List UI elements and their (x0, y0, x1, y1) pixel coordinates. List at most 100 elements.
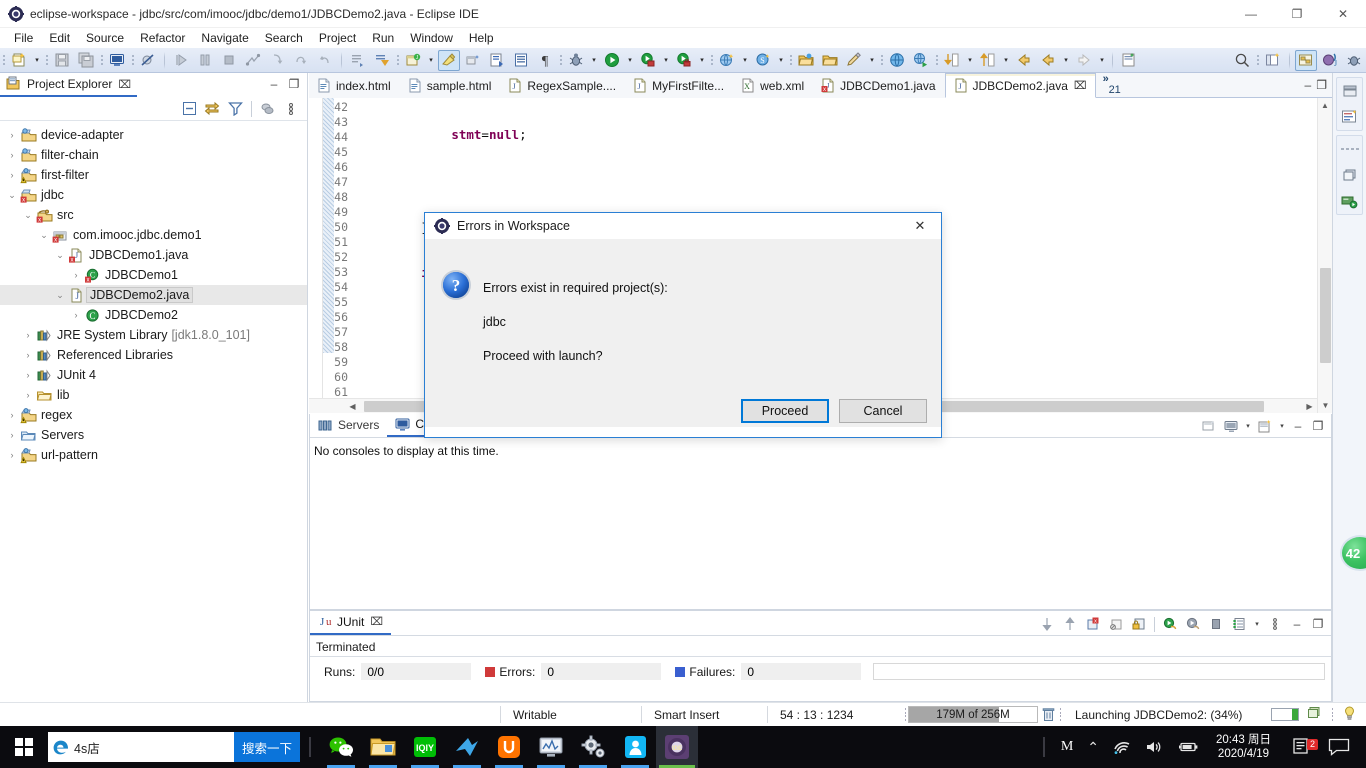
next-failure-icon[interactable] (1037, 614, 1057, 634)
close-icon[interactable]: ⌧ (370, 615, 383, 628)
uc-browser-icon[interactable] (488, 726, 530, 768)
previous-annotation-icon[interactable] (371, 50, 393, 71)
scm-arrow[interactable]: ▾ (775, 50, 787, 71)
view-menu-icon[interactable] (281, 99, 301, 119)
step-return-icon[interactable] (314, 50, 336, 71)
task-manager-icon[interactable] (530, 726, 572, 768)
suspend-icon[interactable] (194, 50, 216, 71)
action-center-icon[interactable] (1321, 738, 1366, 756)
progress-badge[interactable]: 42 (1332, 535, 1366, 571)
iqiyi-icon[interactable]: IQIY (404, 726, 446, 768)
scroll-thumb[interactable] (1320, 268, 1331, 363)
ime-indicator[interactable]: M (1054, 739, 1080, 755)
tree-item-junit-4[interactable]: › JUnit 4 (0, 365, 307, 385)
new-wizard-icon[interactable] (8, 50, 30, 71)
new-java-project-icon[interactable]: J (402, 50, 424, 71)
heap-status[interactable]: 179M of 256M (903, 706, 1063, 724)
menu-file[interactable]: File (6, 29, 41, 47)
view-menu-icon[interactable] (1265, 614, 1285, 634)
publish-icon[interactable] (910, 50, 932, 71)
focus-on-active-task-icon[interactable] (258, 99, 278, 119)
close-folder-icon[interactable] (819, 50, 841, 71)
tree-item-jdbcdemo1-class[interactable]: › Cx JDBCDemo1 (0, 265, 307, 285)
menu-edit[interactable]: Edit (41, 29, 78, 47)
open-type-icon[interactable] (486, 50, 508, 71)
tree-item-jdbcdemo2-java[interactable]: ⌄ J JDBCDemo2.java (0, 285, 307, 305)
save-icon[interactable] (51, 50, 73, 71)
stop-icon[interactable] (1206, 614, 1226, 634)
perspective-debug-icon[interactable] (1343, 50, 1365, 71)
menu-search[interactable]: Search (257, 29, 311, 47)
new-console-view-icon[interactable] (1255, 416, 1275, 436)
search-input[interactable]: 4s店 (48, 732, 234, 762)
tree-item-src[interactable]: ⌄ x src (0, 205, 307, 225)
run-coverage-icon[interactable] (673, 50, 695, 71)
perspective-java-icon[interactable]: J (1319, 50, 1341, 71)
wifi-icon[interactable] (1106, 739, 1138, 755)
taskbar-clock[interactable]: 20:43 周日 2020/4/19 (1206, 733, 1281, 761)
servers-view-icon[interactable] (1339, 191, 1361, 211)
trash-icon[interactable] (1038, 706, 1058, 724)
tree-item-package[interactable]: ⌄ x com.imooc.jdbc.demo1 (0, 225, 307, 245)
search-icon[interactable] (1231, 50, 1253, 71)
perspective-java-ee-icon[interactable] (1295, 49, 1317, 71)
run-icon[interactable] (601, 50, 623, 71)
step-over-icon[interactable] (290, 50, 312, 71)
new-editor-icon[interactable] (1118, 50, 1140, 71)
chevron-right-icon[interactable]: › (4, 125, 20, 145)
tree-item-device-adapter[interactable]: › device-adapter (0, 125, 307, 145)
editor-tab-myfirstfilter[interactable]: J MyFirstFilte... (625, 73, 734, 98)
minimize-icon[interactable]: – (1305, 78, 1312, 92)
editor-tab-jdbcdemo2-java[interactable]: J JDBCDemo2.java ⌧ (944, 73, 1096, 98)
test-history-icon[interactable] (1229, 614, 1249, 634)
skip-all-breakpoints-icon[interactable] (137, 50, 159, 71)
progress-stack-icon[interactable] (1307, 706, 1322, 723)
test-history-arrow[interactable]: ▾ (1252, 620, 1262, 628)
open-perspective-icon[interactable] (1262, 50, 1284, 71)
open-console-icon[interactable] (1199, 416, 1219, 436)
settings-icon[interactable] (572, 726, 614, 768)
tab-project-explorer[interactable]: Project Explorer ⌧ (0, 73, 138, 97)
chevron-down-icon[interactable]: ⌄ (36, 225, 52, 245)
server-arrow[interactable]: ▾ (739, 50, 751, 71)
previous-failure-icon[interactable] (1060, 614, 1080, 634)
minimize-icon[interactable]: – (265, 75, 283, 93)
maximize-icon[interactable]: ❐ (1309, 417, 1327, 435)
menu-help[interactable]: Help (461, 29, 502, 47)
tab-servers[interactable]: Servers (310, 413, 387, 437)
tree-item-jdbcdemo2-class[interactable]: › C JDBCDemo2 (0, 305, 307, 325)
scroll-right-icon[interactable]: ▶ (1302, 399, 1317, 413)
link-with-editor-icon[interactable] (202, 99, 222, 119)
minimize-icon[interactable]: – (1288, 615, 1306, 633)
pen-icon[interactable] (843, 50, 865, 71)
tree-item-regex[interactable]: › regex (0, 405, 307, 425)
qq-icon[interactable] (614, 726, 656, 768)
save-all-icon[interactable] (75, 50, 97, 71)
view-menu-filter-icon[interactable] (225, 99, 245, 119)
forward-arrow[interactable]: ▾ (1096, 50, 1108, 71)
back2-icon[interactable] (1037, 50, 1059, 71)
editor-vertical-scrollbar[interactable]: ▲ ▼ (1317, 98, 1332, 413)
java-project-arrow[interactable]: ▾ (425, 50, 437, 71)
chevron-down-icon[interactable]: ⌄ (52, 285, 68, 305)
tree-item-jdbc[interactable]: ⌄ x jdbc (0, 185, 307, 205)
menu-refactor[interactable]: Refactor (132, 29, 193, 47)
outline-view-icon[interactable] (1339, 107, 1361, 127)
chevron-right-icon[interactable]: › (4, 445, 20, 465)
chevron-down-icon[interactable]: ⌄ (4, 185, 20, 205)
debug-icon[interactable] (565, 50, 587, 71)
nextedit-arrow[interactable]: ▾ (964, 50, 976, 71)
tree-item-first-filter[interactable]: › first-filter (0, 165, 307, 185)
restore-view-icon[interactable] (1339, 81, 1361, 101)
run-external-tools-icon[interactable] (637, 50, 659, 71)
menu-project[interactable]: Project (311, 29, 364, 47)
terminate-icon[interactable] (218, 50, 240, 71)
cancel-button[interactable]: Cancel (839, 399, 927, 423)
chevron-down-icon[interactable]: ⌄ (20, 205, 36, 225)
eclipse-icon[interactable]: IDE (656, 726, 699, 768)
toolbar-drag-handle[interactable] (0, 50, 7, 71)
chevron-right-icon[interactable]: › (4, 405, 20, 425)
windows-start-icon[interactable] (0, 726, 48, 768)
prevedit-arrow[interactable]: ▾ (1000, 50, 1012, 71)
scroll-up-icon[interactable]: ▲ (1318, 98, 1332, 113)
